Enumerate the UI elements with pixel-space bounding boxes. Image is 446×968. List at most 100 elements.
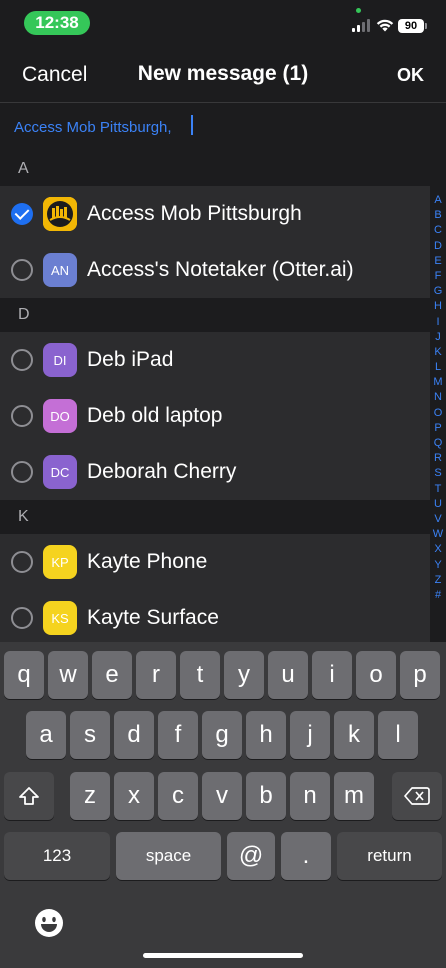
key-a[interactable]: a: [26, 711, 66, 759]
shift-key[interactable]: [4, 772, 54, 820]
key-k[interactable]: k: [334, 711, 374, 759]
emoji-icon[interactable]: [33, 907, 65, 939]
avatar: DO: [43, 399, 77, 433]
avatar: DI: [43, 343, 77, 377]
key-j[interactable]: j: [290, 711, 330, 759]
space-key[interactable]: space: [116, 832, 221, 880]
section-header: D: [0, 298, 430, 332]
numbers-key[interactable]: 123: [4, 832, 110, 880]
index-letter[interactable]: I: [430, 315, 446, 330]
key-x[interactable]: x: [114, 772, 154, 820]
index-letter[interactable]: K: [430, 345, 446, 360]
index-letter[interactable]: H: [430, 299, 446, 314]
ok-button[interactable]: OK: [397, 65, 424, 86]
shift-icon: [19, 787, 39, 805]
key-q[interactable]: q: [4, 651, 44, 699]
index-letter[interactable]: D: [430, 239, 446, 254]
contact-name: Access's Notetaker (Otter.ai): [87, 258, 354, 281]
contact-row[interactable]: DC Deborah Cherry: [0, 444, 430, 500]
index-letter[interactable]: J: [430, 330, 446, 345]
battery-icon: 90: [398, 19, 424, 33]
nav-bar: Cancel New message (1) OK: [0, 46, 446, 102]
period-key[interactable]: .: [281, 832, 331, 880]
radio-icon[interactable]: [11, 607, 33, 629]
contact-row[interactable]: KP Kayte Phone: [0, 534, 430, 590]
key-y[interactable]: y: [224, 651, 264, 699]
contact-name: Deb iPad: [87, 348, 174, 371]
key-i[interactable]: i: [312, 651, 352, 699]
index-letter[interactable]: Y: [430, 558, 446, 573]
index-letter[interactable]: X: [430, 542, 446, 557]
contact-row[interactable]: DI Deb iPad: [0, 332, 430, 388]
radio-icon[interactable]: [11, 405, 33, 427]
key-c[interactable]: c: [158, 772, 198, 820]
return-key[interactable]: return: [337, 832, 442, 880]
contact-name: Kayte Phone: [87, 550, 208, 573]
radio-icon[interactable]: [11, 461, 33, 483]
index-letter[interactable]: A: [430, 193, 446, 208]
index-letter[interactable]: L: [430, 360, 446, 375]
key-e[interactable]: e: [92, 651, 132, 699]
home-indicator[interactable]: [143, 953, 303, 958]
key-o[interactable]: o: [356, 651, 396, 699]
status-time[interactable]: 12:38: [24, 11, 90, 35]
avatar-logo-icon: [43, 197, 77, 231]
key-f[interactable]: f: [158, 711, 198, 759]
index-letter[interactable]: G: [430, 284, 446, 299]
key-r[interactable]: r: [136, 651, 176, 699]
index-letter[interactable]: Q: [430, 436, 446, 451]
contact-row[interactable]: KS Kayte Surface: [0, 590, 430, 642]
radio-icon[interactable]: [11, 349, 33, 371]
key-v[interactable]: v: [202, 772, 242, 820]
radio-icon[interactable]: [11, 551, 33, 573]
key-t[interactable]: t: [180, 651, 220, 699]
index-letter[interactable]: M: [430, 375, 446, 390]
contact-row[interactable]: DO Deb old laptop: [0, 388, 430, 444]
index-letter[interactable]: O: [430, 406, 446, 421]
contact-row[interactable]: Access Mob Pittsburgh: [0, 186, 430, 242]
index-letter[interactable]: U: [430, 497, 446, 512]
index-letter[interactable]: T: [430, 482, 446, 497]
delete-key[interactable]: [392, 772, 442, 820]
index-letter[interactable]: S: [430, 466, 446, 481]
index-letter[interactable]: R: [430, 451, 446, 466]
index-letter[interactable]: V: [430, 512, 446, 527]
battery-cap: [425, 23, 427, 29]
at-key[interactable]: @: [227, 832, 275, 880]
contact-row[interactable]: AN Access's Notetaker (Otter.ai): [0, 242, 430, 298]
contact-name: Kayte Surface: [87, 606, 219, 629]
alphabet-index[interactable]: A B C D E F G H I J K L M N O P Q R S T U V W X Y Z #: [430, 193, 446, 603]
contact-list[interactable]: A Access Mob Pittsburgh AN Access's Notetak…: [0, 152, 430, 642]
index-letter[interactable]: C: [430, 223, 446, 238]
key-s[interactable]: s: [70, 711, 110, 759]
recipient-chip[interactable]: Access Mob Pittsburgh,: [14, 119, 172, 136]
text-caret: [191, 115, 193, 135]
status-bar: 12:38 90: [0, 0, 446, 46]
key-w[interactable]: w: [48, 651, 88, 699]
key-d[interactable]: d: [114, 711, 154, 759]
key-h[interactable]: h: [246, 711, 286, 759]
index-letter[interactable]: F: [430, 269, 446, 284]
section-header: A: [0, 152, 430, 186]
index-letter[interactable]: #: [430, 588, 446, 603]
avatar: DC: [43, 455, 77, 489]
recipients-field[interactable]: Access Mob Pittsburgh,: [0, 102, 446, 152]
index-letter[interactable]: Z: [430, 573, 446, 588]
key-n[interactable]: n: [290, 772, 330, 820]
contact-name: Access Mob Pittsburgh: [87, 202, 302, 225]
contact-name: Deb old laptop: [87, 404, 223, 427]
radio-icon[interactable]: [11, 259, 33, 281]
key-p[interactable]: p: [400, 651, 440, 699]
key-g[interactable]: g: [202, 711, 242, 759]
key-z[interactable]: z: [70, 772, 110, 820]
index-letter[interactable]: P: [430, 421, 446, 436]
key-u[interactable]: u: [268, 651, 308, 699]
index-letter[interactable]: N: [430, 390, 446, 405]
checked-radio-icon[interactable]: [11, 203, 33, 225]
index-letter[interactable]: W: [430, 527, 446, 542]
key-b[interactable]: b: [246, 772, 286, 820]
key-l[interactable]: l: [378, 711, 418, 759]
index-letter[interactable]: B: [430, 208, 446, 223]
key-m[interactable]: m: [334, 772, 374, 820]
index-letter[interactable]: E: [430, 254, 446, 269]
